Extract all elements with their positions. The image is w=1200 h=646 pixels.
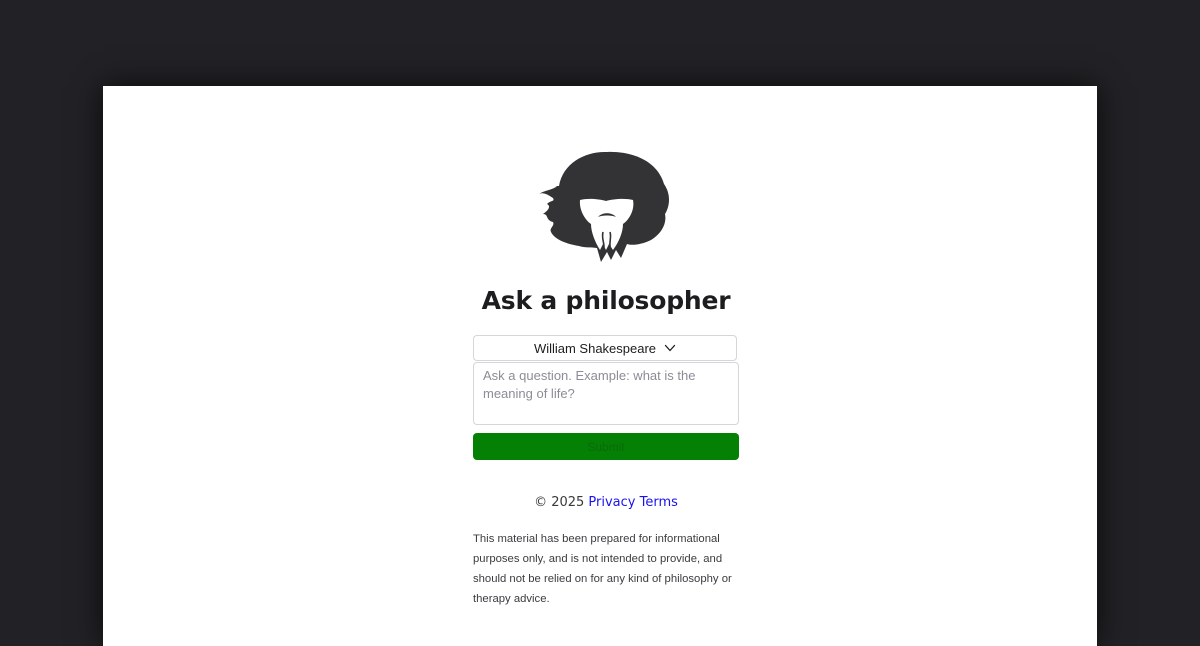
submit-button[interactable]: Submit: [473, 433, 739, 460]
terms-link[interactable]: Terms: [640, 495, 678, 510]
question-input[interactable]: [473, 362, 739, 425]
page-title: Ask a philosopher: [481, 286, 731, 315]
disclaimer-text: This material has been prepared for info…: [473, 533, 732, 605]
chevron-down-icon: [664, 342, 676, 354]
philosopher-select[interactable]: William Shakespeare: [473, 335, 737, 361]
footer-links: © 2025 Privacy Terms: [103, 495, 1109, 510]
philosopher-logo-icon: [539, 151, 669, 262]
philosopher-select-value: William Shakespeare: [533, 340, 657, 356]
copyright-text: © 2025: [534, 495, 585, 510]
main-page: Ask a philosopher William Shakespeare Su…: [103, 86, 1097, 646]
privacy-link[interactable]: Privacy: [588, 495, 635, 510]
